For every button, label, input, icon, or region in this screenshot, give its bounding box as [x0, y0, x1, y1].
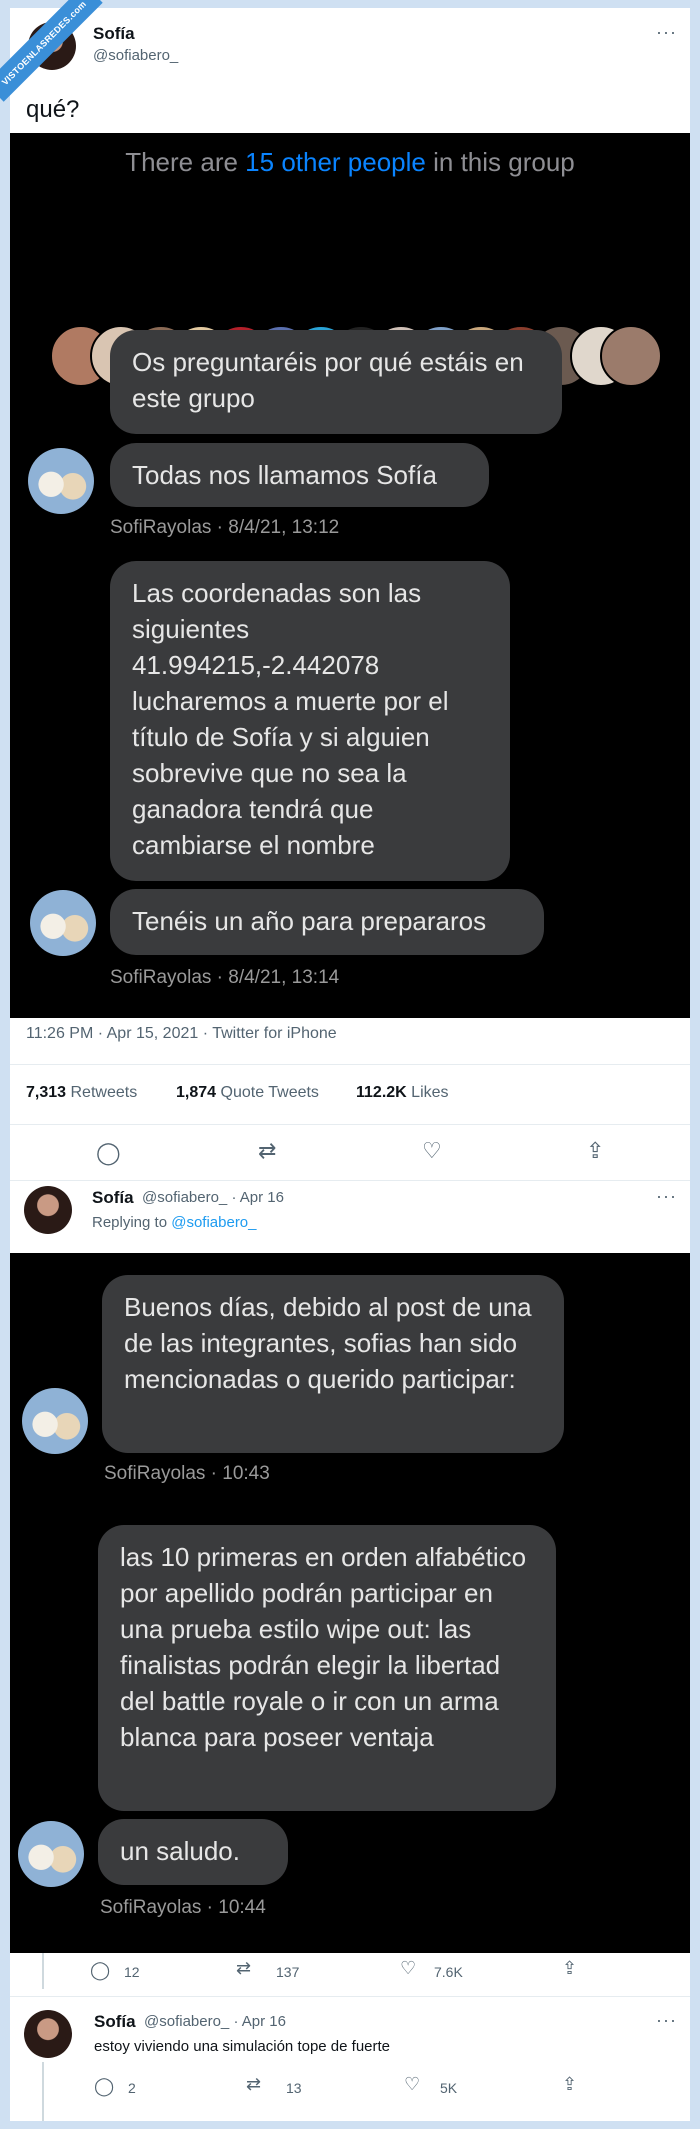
sender-timestamp: SofiRayolas · 10:43: [104, 1463, 270, 1484]
retweet-icon[interactable]: ⇄: [246, 2074, 261, 2095]
member-avatar: [600, 325, 662, 387]
message-bubble: Tenéis un año para prepararos: [110, 889, 544, 955]
reply-avatar[interactable]: [24, 2010, 72, 2058]
replying-to: Replying to @sofiabero_: [92, 1214, 257, 1231]
divider: [10, 1996, 690, 1997]
share-icon[interactable]: ⇪: [562, 1958, 577, 1979]
tweet-timestamp[interactable]: 11:26 PM · Apr 15, 2021 · Twitter for iP…: [26, 1025, 337, 1043]
reply-avatar[interactable]: [24, 1186, 72, 1234]
reply-icon[interactable]: ◯: [96, 1140, 121, 1166]
message-bubble: Buenos días, debido al post de una de la…: [102, 1275, 564, 1453]
divider: [10, 1064, 690, 1065]
retweet-icon[interactable]: ⇄: [258, 1138, 276, 1164]
reply-count: 2: [128, 2080, 136, 2096]
reply-count: 12: [124, 1964, 140, 1980]
divider: [10, 1124, 690, 1125]
thread-line: [42, 1953, 44, 1989]
sender-timestamp: SofiRayolas · 8/4/21, 13:12: [110, 517, 340, 538]
reply-icon[interactable]: ◯: [90, 1960, 110, 1981]
sender-timestamp: SofiRayolas · 8/4/21, 13:14: [110, 967, 340, 988]
sender-avatar: [30, 890, 96, 956]
more-icon[interactable]: ···: [656, 22, 677, 43]
sender-avatar: [22, 1388, 88, 1454]
message-bubble: Todas nos llamamos Sofía: [110, 443, 489, 507]
like-count: 7.6K: [434, 1964, 463, 1980]
sender-timestamp: SofiRayolas · 10:44: [100, 1897, 266, 1918]
group-info-text: There are 15 other people in this group: [125, 147, 575, 177]
reply-handle-date[interactable]: @sofiabero_ · Apr 16: [142, 1189, 284, 1206]
chat-screenshot-2: Buenos días, debido al post de una de la…: [10, 1253, 690, 1953]
retweet-count: 13: [286, 2080, 302, 2096]
more-icon[interactable]: ···: [656, 1186, 677, 1207]
reply-handle-date[interactable]: @sofiabero_ · Apr 16: [144, 2013, 286, 2030]
more-icon[interactable]: ···: [656, 2010, 677, 2031]
reply-icon[interactable]: ◯: [94, 2076, 114, 2097]
thread-line: [42, 2062, 44, 2121]
like-icon[interactable]: ♡: [400, 1958, 416, 1979]
divider: [10, 1180, 690, 1181]
share-icon[interactable]: ⇪: [586, 1138, 604, 1164]
tweet-frame: VISTOENLASREDES.com Sofía @sofiabero_ ··…: [0, 0, 690, 2121]
like-icon[interactable]: ♡: [404, 2074, 420, 2095]
message-bubble: un saludo.: [98, 1819, 288, 1885]
retweets-stat[interactable]: 7,313 Retweets: [26, 1084, 137, 1102]
group-people-link[interactable]: 15 other people: [245, 147, 426, 177]
sender-avatar: [28, 448, 94, 514]
message-bubble: las 10 primeras en orden alfabético por …: [98, 1525, 556, 1811]
reply-text: estoy viviendo una simulación tope de fu…: [94, 2038, 391, 2055]
like-count: 5K: [440, 2080, 458, 2096]
replying-handle-link[interactable]: @sofiabero_: [171, 1214, 256, 1231]
sender-avatar: [18, 1821, 84, 1887]
chat-screenshot-1: There are 15 other people in this group …: [10, 133, 690, 1018]
message-bubble: Os preguntaréis por qué estáis en este g…: [110, 330, 562, 434]
author-name[interactable]: Sofía: [93, 24, 135, 44]
reply-author-name[interactable]: Sofía: [94, 2012, 136, 2032]
message-bubble: Las coordenadas son las siguientes 41.99…: [110, 561, 510, 881]
retweet-icon[interactable]: ⇄: [236, 1958, 251, 1979]
watermark-banner: VISTOENLASREDES.com: [0, 0, 103, 102]
quotes-stat[interactable]: 1,874 Quote Tweets: [176, 1084, 319, 1102]
retweet-count: 137: [276, 1964, 300, 1980]
likes-stat[interactable]: 112.2K Likes: [356, 1084, 449, 1102]
author-handle[interactable]: @sofiabero_: [93, 47, 178, 64]
reply-author-name[interactable]: Sofía: [92, 1188, 134, 1208]
share-icon[interactable]: ⇪: [562, 2074, 577, 2095]
tweet-text: qué?: [26, 96, 80, 123]
like-icon[interactable]: ♡: [422, 1138, 442, 1164]
